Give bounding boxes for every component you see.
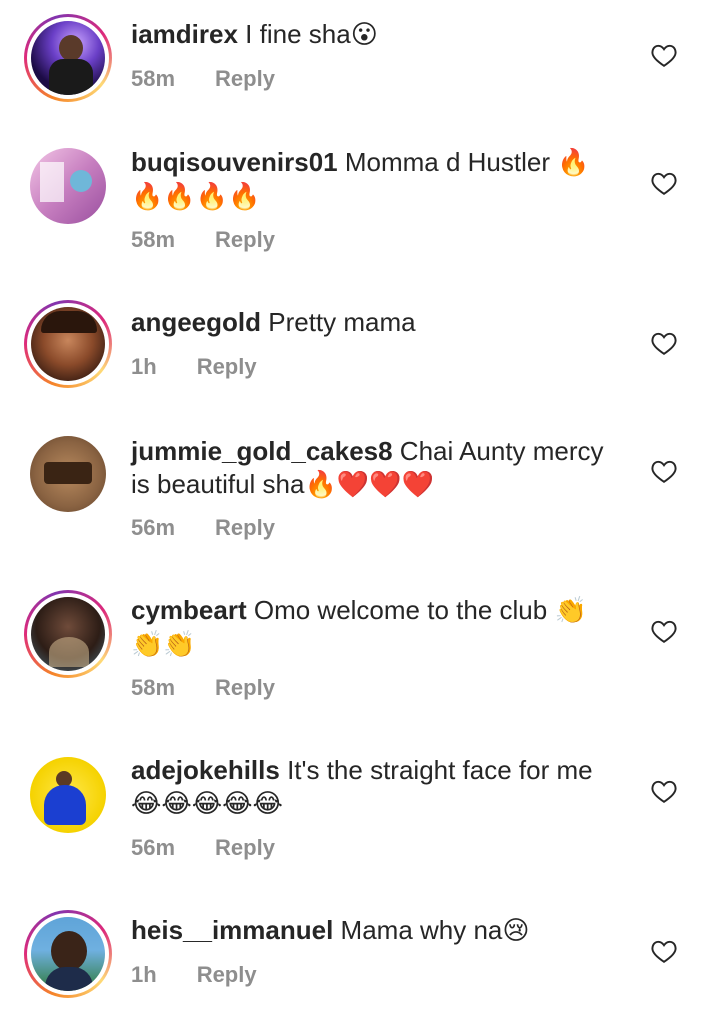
comment-username[interactable]: heis__immanuel (131, 915, 333, 945)
comment-body: Chai Aunty mercy (392, 436, 604, 466)
comment-text: cymbeart Omo welcome to the club 👏 👏👏 (131, 594, 631, 662)
emoji: 👏👏 (131, 630, 196, 660)
comment-time: 1h (131, 354, 157, 379)
comment-username[interactable]: angeegold (131, 307, 261, 337)
emoji: 🔥 (557, 148, 590, 178)
reply-button[interactable]: Reply (215, 66, 275, 92)
comment-text: heis__immanuel Mama why na😢 (131, 914, 631, 948)
emoji: 👏 (554, 596, 587, 626)
comment-text: adejokehills It's the straight face for … (131, 754, 631, 821)
story-ring[interactable] (24, 910, 112, 998)
comment-body: It's the straight face for me (279, 755, 593, 785)
comment-meta: 1h Reply (131, 962, 257, 988)
heart-outline-icon[interactable] (651, 939, 677, 963)
comment-body: Momma d Hustler (337, 147, 558, 177)
comment-text: jummie_gold_cakes8 Chai Aunty mercy is b… (131, 435, 631, 502)
comment-time: 58m (131, 66, 176, 91)
avatar-wrapper[interactable] (30, 148, 106, 224)
comment-meta: 56m Reply (131, 835, 275, 861)
comment-body: I fine sha (237, 19, 351, 49)
comment-meta: 1h Reply (131, 354, 257, 380)
emoji: 😢 (502, 916, 530, 946)
comment-body: Mama why na (333, 915, 503, 945)
comment-time: 58m (131, 227, 176, 252)
heart-outline-icon[interactable] (651, 171, 677, 195)
comment-time: 1h (131, 962, 157, 987)
comment-meta: 58m Reply (131, 227, 275, 253)
avatar[interactable] (30, 148, 106, 224)
emoji: 🔥🔥🔥🔥 (131, 182, 261, 212)
heart-outline-icon[interactable] (651, 779, 677, 803)
comment-time: 56m (131, 835, 176, 860)
comment-username[interactable]: buqisouvenirs01 (131, 147, 338, 177)
comment-body: is beautiful sha (131, 469, 305, 499)
reply-button[interactable]: Reply (215, 835, 275, 861)
heart-outline-icon[interactable] (651, 331, 677, 355)
reply-button[interactable]: Reply (197, 962, 257, 988)
reply-button[interactable]: Reply (215, 515, 275, 541)
story-ring[interactable] (24, 590, 112, 678)
avatar[interactable] (30, 757, 106, 833)
avatar[interactable] (31, 917, 105, 991)
reply-button[interactable]: Reply (215, 675, 275, 701)
heart-outline-icon[interactable] (651, 43, 677, 67)
story-ring[interactable] (24, 300, 112, 388)
comment-username[interactable]: jummie_gold_cakes8 (131, 436, 393, 466)
avatar[interactable] (31, 597, 105, 671)
avatar[interactable] (30, 436, 106, 512)
heart-outline-icon[interactable] (651, 619, 677, 643)
comment-body: Pretty mama (261, 307, 416, 337)
avatar[interactable] (31, 21, 105, 95)
comment-username[interactable]: cymbeart (131, 595, 247, 625)
comment-text: iamdirex I fine sha😮 (131, 18, 631, 52)
comment-username[interactable]: adejokehills (131, 755, 280, 785)
comment-time: 58m (131, 675, 176, 700)
heart-outline-icon[interactable] (651, 459, 677, 483)
comment-text: buqisouvenirs01 Momma d Hustler 🔥 🔥🔥🔥🔥 (131, 146, 631, 214)
avatar-wrapper[interactable] (30, 757, 106, 833)
emoji: 🔥❤️❤️❤️ (304, 470, 434, 500)
comment-text: angeegold Pretty mama (131, 306, 631, 339)
comment-time: 56m (131, 515, 176, 540)
avatar[interactable] (31, 307, 105, 381)
story-ring[interactable] (24, 14, 112, 102)
comment-meta: 58m Reply (131, 675, 275, 701)
avatar-wrapper[interactable] (30, 436, 106, 512)
reply-button[interactable]: Reply (215, 227, 275, 253)
emoji: 😂😂😂😂😂 (131, 789, 283, 819)
comment-username[interactable]: iamdirex (131, 19, 238, 49)
emoji: 😮 (350, 20, 378, 50)
comment-meta: 56m Reply (131, 515, 275, 541)
comment-body: Omo welcome to the club (246, 595, 555, 625)
reply-button[interactable]: Reply (197, 354, 257, 380)
comment-meta: 58m Reply (131, 66, 275, 92)
